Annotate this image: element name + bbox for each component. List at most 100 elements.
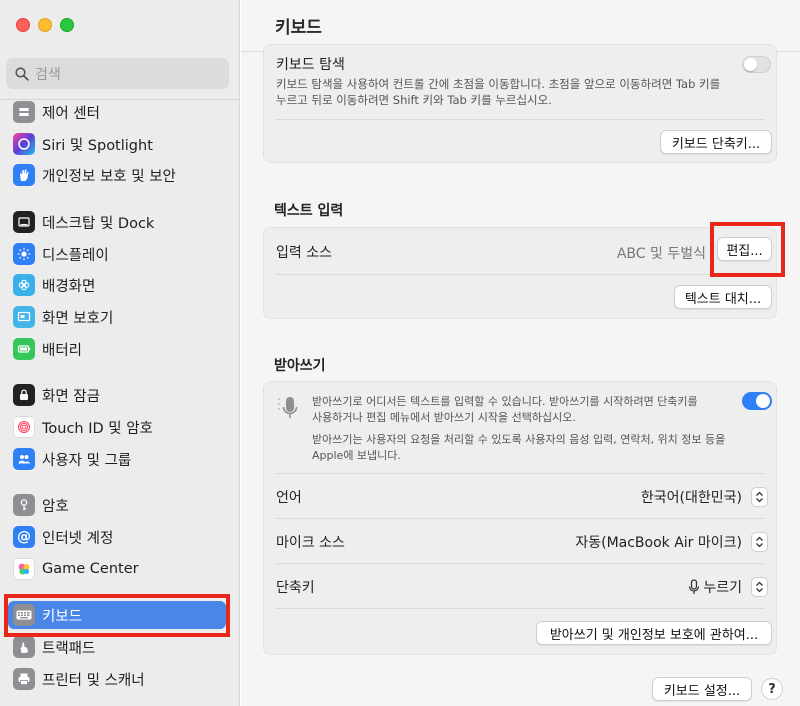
screensaver-icon [13, 306, 35, 328]
sidebar-item-label: 디스플레이 [42, 247, 109, 264]
sidebar-item-internet-accounts[interactable]: @ 인터넷 계정 [8, 523, 226, 551]
dictation-section-title: 받아쓰기 [274, 358, 326, 374]
sidebar-item-privacy-security[interactable]: 개인정보 보호 및 보안 [8, 161, 226, 189]
sidebar-item-label: 인터넷 계정 [42, 530, 114, 547]
shortcut-value[interactable]: 누르기 [703, 577, 742, 597]
mic-source-value[interactable]: 자동(MacBook Air 마이크) [575, 532, 742, 552]
fingerprint-icon [13, 416, 35, 438]
sidebar-item-label: 화면 보호기 [42, 310, 114, 327]
dictation-description-2: 사용하거나 편집 메뉴에서 받아쓰기 시작을 선택하십시오. [312, 411, 576, 424]
sidebar-item-label: 배터리 [42, 342, 83, 359]
trackpad-icon [13, 636, 35, 658]
search-field[interactable]: 검색 [6, 58, 229, 89]
sidebar-item-label: 데스크탑 및 Dock [42, 215, 155, 232]
users-icon [13, 448, 35, 470]
lock-icon [13, 384, 35, 406]
keyboard-shortcuts-button[interactable]: 키보드 단축키... [660, 130, 772, 154]
close-window-button[interactable] [16, 18, 30, 32]
minimize-window-button[interactable] [38, 18, 52, 32]
window-controls [16, 18, 74, 32]
keyboard-highlight-outline [4, 594, 230, 637]
control-center-icon [13, 101, 35, 123]
sidebar-item-battery[interactable]: 배터리 [8, 335, 226, 363]
keyboard-navigation-title: 키보드 탐색 [276, 57, 345, 73]
dictation-card: 받아쓰기로 어디서든 텍스트를 입력할 수 있습니다. 받아쓰기를 시작하려면 … [263, 381, 777, 655]
flower-icon [13, 274, 35, 296]
microphone-icon [278, 397, 298, 418]
sidebar-item-printers-scanners[interactable]: 프린터 및 스캐너 [8, 665, 226, 693]
battery-icon [13, 338, 35, 360]
hand-icon [13, 164, 35, 186]
sidebar-item-siri-spotlight[interactable]: Siri 및 Spotlight [8, 130, 226, 158]
sidebar-item-label: 개인정보 보호 및 보안 [42, 168, 176, 185]
sidebar-item-passwords[interactable]: 암호 [8, 491, 226, 519]
chevron-updown-icon [756, 536, 763, 548]
sidebar-item-control-center[interactable]: 제어 센터 [8, 98, 226, 126]
sidebar: 검색 제어 센터 Siri 및 Spotlight 개인정보 보호 및 보안 데… [0, 0, 240, 706]
sidebar-item-label: 배경화면 [42, 278, 96, 295]
divider [276, 608, 764, 609]
keyboard-navigation-toggle[interactable] [742, 56, 771, 73]
divider [276, 518, 764, 519]
sidebar-item-users-groups[interactable]: 사용자 및 그룹 [8, 445, 226, 473]
chevron-updown-icon [756, 491, 763, 503]
input-sources-label: 입력 소스 [276, 245, 332, 261]
at-icon: @ [13, 526, 35, 548]
keyboard-navigation-description-2: 누르고 뒤로 이동하려면 Shift 키와 Tab 키를 누르십시오. [276, 93, 552, 107]
language-stepper[interactable] [751, 487, 768, 507]
keyboard-navigation-description-1: 키보드 탐색을 사용하여 컨트롤 간에 초점을 이동합니다. 초점을 앞으로 이… [276, 77, 721, 91]
dock-icon [13, 211, 35, 233]
sidebar-item-label: 트랙패드 [42, 640, 96, 657]
search-icon [15, 66, 29, 81]
siri-icon [13, 133, 35, 155]
sidebar-item-trackpad[interactable]: 트랙패드 [8, 633, 226, 661]
sun-icon [13, 243, 35, 265]
sidebar-item-label: 화면 잠금 [42, 388, 100, 405]
sidebar-item-touch-id[interactable]: Touch ID 및 암호 [8, 413, 226, 441]
microphone-icon [688, 579, 700, 594]
sidebar-item-displays[interactable]: 디스플레이 [8, 240, 226, 268]
sidebar-item-label: 제어 센터 [42, 105, 100, 122]
sidebar-item-label: 사용자 및 그룹 [42, 452, 132, 469]
mic-source-stepper[interactable] [751, 532, 768, 552]
sidebar-item-screensaver[interactable]: 화면 보호기 [8, 303, 226, 331]
dictation-toggle[interactable] [742, 392, 772, 410]
sidebar-item-label: 암호 [42, 498, 69, 515]
language-label: 언어 [276, 490, 302, 506]
sidebar-item-label: Siri 및 Spotlight [42, 137, 153, 154]
keyboard-settings-button[interactable]: 키보드 설정... [652, 677, 752, 701]
divider [276, 274, 764, 275]
divider [276, 473, 764, 474]
sidebar-item-lock-screen[interactable]: 화면 잠금 [8, 381, 226, 409]
shortcut-label: 단축키 [276, 580, 315, 596]
sidebar-item-wallpaper[interactable]: 배경화면 [8, 271, 226, 299]
input-sources-value: ABC 및 두벌식 [616, 246, 706, 262]
game-center-icon [13, 558, 35, 580]
search-placeholder: 검색 [35, 66, 61, 83]
divider [276, 119, 764, 120]
dictation-description-1: 받아쓰기로 어디서든 텍스트를 입력할 수 있습니다. 받아쓰기를 시작하려면 … [312, 395, 698, 408]
zoom-window-button[interactable] [60, 18, 74, 32]
dictation-privacy-1: 받아쓰기는 사용자의 요청을 처리할 수 있도록 사용자의 음성 입력, 연락처… [312, 433, 726, 446]
shortcut-stepper[interactable] [751, 577, 768, 597]
main-pane: 키보드 키보드 탐색 키보드 탐색을 사용하여 컨트롤 간에 초점을 이동합니다… [241, 0, 800, 706]
text-replacement-button[interactable]: 텍스트 대치... [674, 285, 772, 309]
help-button[interactable]: ? [761, 678, 783, 700]
divider [276, 563, 764, 564]
printer-icon [13, 668, 35, 690]
text-input-section-title: 텍스트 입력 [274, 203, 344, 219]
sidebar-item-game-center[interactable]: Game Center [8, 555, 226, 583]
edit-button-highlight-outline [710, 222, 785, 277]
language-value[interactable]: 한국어(대한민국) [641, 487, 742, 507]
keyboard-navigation-card: 키보드 탐색 키보드 탐색을 사용하여 컨트롤 간에 초점을 이동합니다. 초점… [263, 44, 777, 163]
mic-source-label: 마이크 소스 [276, 535, 345, 551]
chevron-updown-icon [756, 581, 763, 593]
sidebar-item-label: Touch ID 및 암호 [42, 420, 153, 437]
sidebar-item-label: Game Center [42, 561, 139, 577]
text-input-card: 입력 소스 ABC 및 두벌식 편집... 텍스트 대치... [263, 227, 777, 319]
key-icon [13, 494, 35, 516]
dictation-privacy-button[interactable]: 받아쓰기 및 개인정보 보호에 관하여... [536, 621, 772, 645]
system-settings-window: 검색 제어 센터 Siri 및 Spotlight 개인정보 보호 및 보안 데… [0, 0, 800, 706]
sidebar-item-label: 프린터 및 스캐너 [42, 672, 145, 689]
sidebar-item-desktop-dock[interactable]: 데스크탑 및 Dock [8, 208, 226, 236]
